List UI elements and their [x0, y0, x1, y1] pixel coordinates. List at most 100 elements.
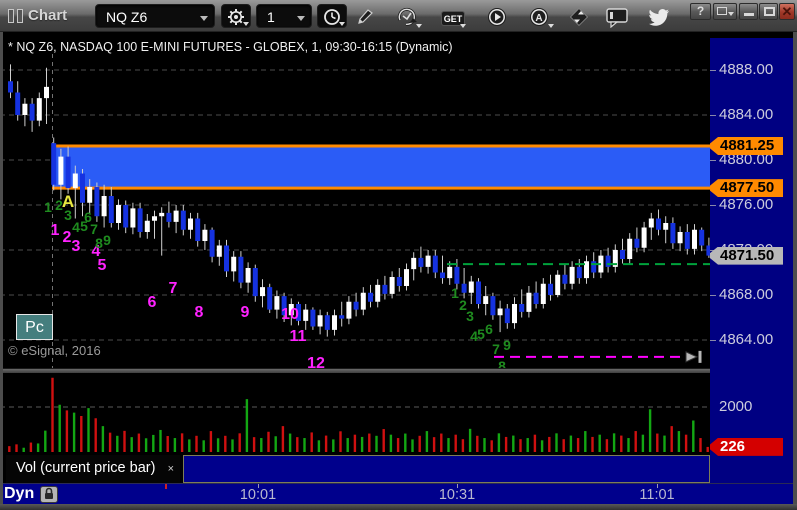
count-annotation-green: 8 — [498, 358, 506, 368]
help-glyph: ? — [696, 4, 705, 18]
count-annotation-magenta: 2 — [62, 229, 72, 246]
price-chart-pane[interactable]: * NQ Z6, NASDAQ 100 E-MINI FUTURES - GLO… — [0, 38, 710, 368]
pivots-button[interactable] — [566, 5, 592, 29]
drawing-tools-button[interactable] — [352, 5, 378, 29]
svg-text:A: A — [535, 13, 542, 24]
count-annotation-green: 7 — [492, 341, 500, 357]
price-axis[interactable]: 4888.004884.004880.004876.004872.004868.… — [710, 38, 793, 483]
count-annotation-magenta: 8 — [194, 304, 204, 321]
interval-input[interactable]: 1 — [256, 4, 312, 28]
symbol-value: NQ Z6 — [106, 9, 148, 25]
alerts-dropdown-arrow-icon — [548, 24, 554, 28]
price-axis-label: 4888.00 — [719, 61, 774, 78]
help-button[interactable]: ? — [690, 3, 711, 20]
price-axis-tick — [710, 340, 716, 341]
count-annotation-magenta: 1 — [50, 222, 60, 239]
popout-dropdown-arrow-icon — [728, 12, 734, 16]
count-annotation-magenta: 12 — [307, 355, 325, 368]
chat-button[interactable] — [604, 5, 630, 29]
count-annotation-magenta: 7 — [168, 280, 178, 297]
price-axis-tick — [710, 295, 716, 296]
price-axis-tick — [710, 115, 716, 116]
price-axis-tick — [710, 205, 716, 206]
popout-icon — [717, 7, 727, 15]
volume-axis-label: 2000 — [719, 398, 753, 415]
replay-button[interactable] — [484, 5, 510, 29]
price-axis-label: 4876.00 — [719, 196, 774, 213]
get-data-button[interactable]: GET — [440, 5, 466, 29]
minimize-button[interactable] — [739, 3, 758, 20]
interval-dropdown-arrow-icon[interactable] — [297, 16, 305, 21]
time-axis-bar[interactable]: Dyn 10:01 10:31 11:01 — [0, 483, 793, 504]
volume-pane[interactable] — [0, 373, 710, 455]
pencil-icon — [358, 9, 373, 24]
pivot-diamond-icon — [569, 7, 589, 27]
trend-dropdown-arrow-icon — [416, 24, 422, 28]
time-template-button[interactable] — [317, 4, 347, 28]
window-title: Chart — [28, 7, 68, 24]
price-axis-tick — [710, 70, 716, 71]
price-axis-label: 4884.00 — [719, 106, 774, 123]
price-tag: 4871.50 — [710, 246, 783, 265]
price-axis-label: 4864.00 — [719, 331, 774, 348]
count-annotation-magenta: 3 — [71, 238, 81, 255]
study-badge[interactable]: Pc — [16, 314, 53, 340]
maximize-icon — [764, 7, 775, 16]
padlock-icon — [45, 487, 53, 499]
copyright-text: © eSignal, 2016 — [8, 343, 101, 358]
chart-window: Chart NQ Z6 1 GET A ? ✕ * NQ Z6, NASDAQ … — [0, 0, 797, 510]
session-marker-tick — [165, 484, 167, 489]
window-left-border — [0, 32, 3, 504]
alerts-button[interactable]: A — [526, 5, 554, 29]
minimize-icon — [744, 13, 754, 16]
time-axis-label: 11:01 — [639, 487, 675, 503]
interval-value: 1 — [267, 9, 275, 25]
tab-volume-study[interactable]: Vol (current price bar) × — [6, 455, 180, 483]
title-toolbar: Chart NQ Z6 1 GET A ? ✕ — [0, 0, 797, 32]
count-annotation-green: 1 — [44, 199, 52, 215]
count-annotation-green: 1 — [451, 285, 459, 301]
count-annotation-magenta: 9 — [240, 304, 250, 321]
window-right-border — [793, 32, 797, 504]
symbol-settings-button[interactable] — [221, 4, 251, 28]
marker-annotation-A: A — [61, 192, 75, 211]
popout-button[interactable] — [713, 3, 737, 20]
tab-close-icon[interactable]: × — [168, 456, 174, 483]
twitter-bird-icon — [649, 9, 669, 26]
price-tag: 4881.25 — [710, 136, 783, 155]
price-axis-tick — [710, 160, 716, 161]
count-annotation-green: 4 — [72, 219, 80, 235]
gear-dropdown-arrow-icon — [243, 22, 249, 26]
count-annotation-magenta: 5 — [97, 257, 107, 274]
twitter-share-button[interactable] — [646, 5, 672, 29]
dynamic-mode-label: Dyn — [4, 485, 35, 502]
trend-refresh-icon — [397, 7, 417, 26]
tab-strip: Vol (current price bar) × — [0, 455, 710, 483]
volume-tab-label: Vol (current price bar) — [16, 460, 156, 476]
count-annotation-green: 9 — [103, 232, 111, 248]
symbol-dropdown-arrow-icon[interactable] — [200, 16, 208, 21]
maximize-button[interactable] — [759, 3, 778, 20]
close-button[interactable]: ✕ — [779, 3, 795, 20]
chart-window-icon — [8, 9, 24, 23]
lock-scale-button[interactable] — [40, 486, 58, 503]
time-axis-label: 10:01 — [239, 487, 277, 503]
time-axis-label: 10:31 — [438, 487, 476, 503]
count-annotation-magenta: 11 — [289, 328, 307, 345]
count-annotation-magenta: 6 — [147, 294, 157, 311]
count-annotation-green: 9 — [503, 337, 511, 353]
trend-analysis-button[interactable] — [394, 5, 422, 29]
count-annotation-green: 6 — [485, 321, 493, 337]
price-tag: 4877.50 — [710, 179, 783, 198]
auto-a-icon: A — [530, 8, 548, 26]
chart-header: * NQ Z6, NASDAQ 100 E-MINI FUTURES - GLO… — [8, 40, 453, 54]
count-annotation-magenta: 10 — [281, 306, 299, 323]
tab-strip-filler — [183, 455, 710, 483]
play-icon — [488, 8, 506, 26]
count-annotation-green: 8 — [95, 235, 103, 251]
count-annotation-green: 5 — [477, 326, 485, 342]
count-annotation-green: 3 — [466, 308, 474, 324]
symbol-input[interactable]: NQ Z6 — [95, 4, 215, 28]
clock-dropdown-arrow-icon — [339, 22, 345, 26]
window-bottom-border — [0, 504, 797, 510]
